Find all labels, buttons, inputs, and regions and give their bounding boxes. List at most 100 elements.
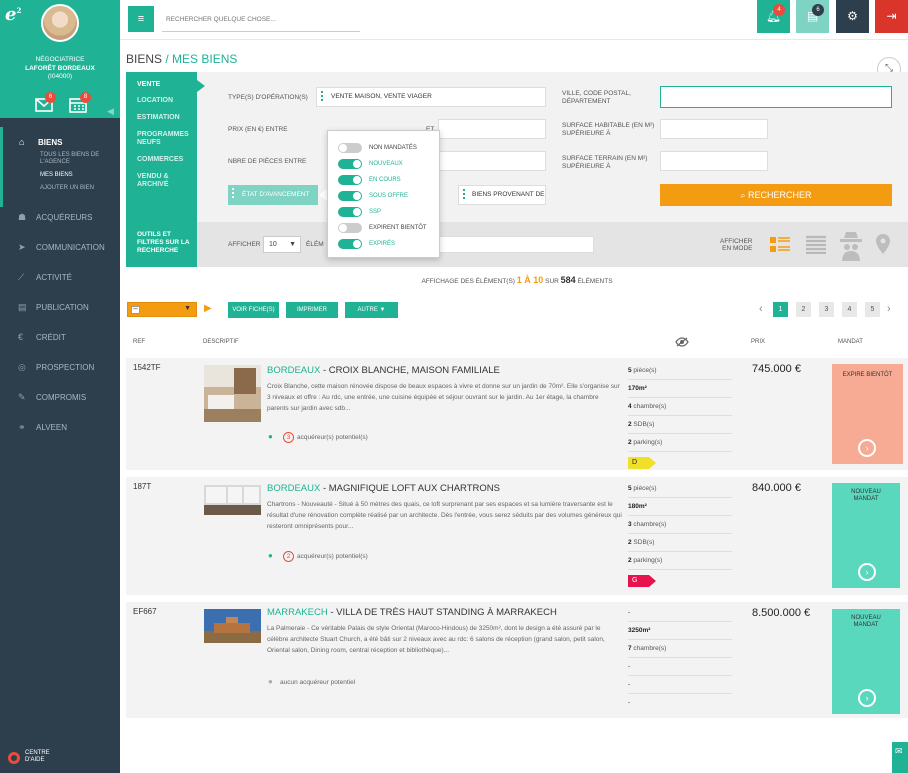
page-4[interactable]: 4 [842,302,857,317]
voir-fiches-button[interactable]: VOIR FICHE(S) [228,302,279,318]
listing-acquereurs[interactable]: ● 2 acquéreur(s) potentiel(s) [268,551,368,562]
toggle-expires[interactable] [338,239,362,249]
tab-estimation[interactable]: ESTIMATION [137,114,180,122]
tools-label-line: OUTILS ET [137,231,171,238]
incognito-mode-icon[interactable] [838,230,864,262]
tab-vendu-archive[interactable]: VENDU & [137,173,169,181]
toggle-expirent-bientot[interactable] [338,223,362,233]
euro-icon: € [18,332,24,342]
sidebar-item-alveen[interactable]: ⚭ ALVEEN [0,412,120,442]
gear-icon: ⚙ [847,9,858,23]
app-logo[interactable]: e2 [5,4,21,25]
operation-tabs [126,72,197,222]
surface-habitable-input[interactable] [660,119,768,139]
listing-acquereurs[interactable]: ● aucun acquéreur potentiel [268,677,355,686]
type-operation-value: VENTE MAISON, VENTE VIAGER [331,93,432,100]
page-5[interactable]: 5 [865,302,880,317]
sidebar-item-acquereurs[interactable]: ☗ ACQUÉREURS [0,202,120,232]
pieces-max-input[interactable] [438,151,546,171]
avatar[interactable] [41,4,79,42]
sidebar-item-compromis[interactable]: ✎ COMPROMIS [0,382,120,412]
global-search-input[interactable] [162,8,360,32]
tab-location[interactable]: LOCATION [137,97,173,105]
logout-button[interactable]: ⇥ [875,0,908,33]
toggle-non-mandates[interactable] [338,143,362,153]
surface-terrain-input[interactable] [660,151,768,171]
toggle-label: EXPIRENT BIENTÔT [369,225,427,231]
handshake-icon: ⚭ [18,422,26,432]
mandat-card[interactable]: NOUVEAU MANDAT › [832,483,900,588]
toggle-en-cours[interactable] [338,175,362,185]
page-1[interactable]: 1 [773,302,788,317]
ville-input[interactable] [660,86,892,108]
etat-avancement-select[interactable]: ÉTAT D'AVANCEMENT [228,185,318,205]
results-count: AFFICHAGE DES ÉLÉMENT(S) 1 À 10 SUR 584 … [0,275,908,285]
eye-slash-icon[interactable] [675,337,689,347]
sidebar-subitem-tous[interactable]: TOUS LES BIENS DE [40,152,99,159]
chevron-right-icon[interactable]: › [858,563,876,581]
sidebar-item-label: BIENS [38,138,63,147]
sidebar-item-credit[interactable]: € CRÉDIT [0,322,120,352]
breadcrumb-root[interactable]: BIENS [126,52,162,66]
map-mode-icon[interactable] [876,234,890,254]
spec-surface: 3250m² [628,622,732,640]
pagination-prev[interactable]: ‹ [759,303,763,315]
toggle-nouveaux[interactable] [338,159,362,169]
listing-photo[interactable] [204,485,261,515]
sidebar-item-prospection[interactable]: ◎ PROSPECTION [0,352,120,382]
listing-photo[interactable] [204,609,261,643]
mandat-card[interactable]: EXPIRE BIENTÔT › [832,364,903,464]
spec-value: 180m² [628,503,647,510]
sidebar-subitem-mes-biens[interactable]: MES BIENS [40,172,73,179]
bulk-select-dropdown[interactable]: – ▼ [127,302,197,317]
menu-button[interactable]: ≡ [128,6,154,32]
list-photo-mode-icon[interactable] [769,234,791,254]
tab-vente[interactable]: VENTE [137,81,160,89]
filter-input[interactable] [420,236,594,253]
spec-pieces: - [628,604,732,622]
tab-vendu-archive-2[interactable]: ARCHIVÉ [137,181,169,189]
toggle-label: EN COURS [369,177,401,183]
settings-button[interactable]: ⚙ [836,0,869,33]
chat-button[interactable]: ✉ [892,742,908,773]
sidebar-subitem-ajouter[interactable]: AJOUTER UN BIEN [40,185,94,192]
toggle-sous-offre[interactable] [338,191,362,201]
chevron-right-icon[interactable]: › [858,439,876,457]
page-3[interactable]: 3 [819,302,834,317]
listing-title[interactable]: BORDEAUX - CROIX BLANCHE, MAISON FAMILIA… [267,365,500,376]
page-2[interactable]: 2 [796,302,811,317]
sidebar-item-communication[interactable]: ➤ COMMUNICATION [0,232,120,262]
prix-label: PRIX (EN €) ENTRE [228,126,288,133]
spec-unit: chambre(s) [631,403,667,410]
toggle-label: SOUS OFFRE [369,193,409,199]
documents-button[interactable]: ▤ [796,0,829,33]
sidebar-collapse-icon[interactable]: ◀ [107,106,117,116]
list-mode-icon[interactable] [805,234,827,254]
prix-max-input[interactable] [438,119,546,139]
listing-acquereurs[interactable]: ● 3 acquéreur(s) potentiel(s) [268,432,368,443]
tab-commerces[interactable]: COMMERCES [137,156,183,164]
listing-photo[interactable] [204,365,261,422]
sidebar-subitem-tous-2[interactable]: L'AGENCE [40,159,70,166]
biens-provenant-select[interactable]: BIENS PROVENANT DE [458,185,546,205]
per-page-select[interactable]: 10 ▼ [263,236,301,253]
listing-title-text: - CROIX BLANCHE, MAISON FAMILIALE [320,365,500,376]
listing-title[interactable]: BORDEAUX - MAGNIFIQUE LOFT AUX CHARTRONS [267,483,500,494]
chevron-right-icon[interactable]: › [858,689,876,707]
search-button[interactable]: ⌕ RECHERCHER [660,184,892,206]
tab-programmes-neufs[interactable]: PROGRAMMES [137,131,189,139]
pagination-next[interactable]: › [887,303,891,315]
listing-title[interactable]: MARRAKECH - VILLA DE TRÈS HAUT STANDING … [267,607,557,618]
autre-button[interactable]: AUTRE ▼ [345,302,398,318]
sidebar-item-publication[interactable]: ▤ PUBLICATION [0,292,120,322]
tab-programmes-neufs-2[interactable]: NEUFS [137,139,161,147]
type-operation-select[interactable]: VENTE MAISON, VENTE VIAGER [316,87,546,107]
notifications-button[interactable]: 🔔︎ [757,0,790,33]
toggle-ssp[interactable] [338,207,362,217]
display-mode-label-2: EN MODE [722,245,753,252]
mandat-card[interactable]: NOUVEAU MANDAT › [832,609,900,714]
imprimer-button[interactable]: IMPRIMER [286,302,338,318]
listing-price: 840.000 € [752,482,801,494]
play-icon[interactable]: ▶ [204,303,212,314]
surface-habitable-label-2: SUPÉRIEURE À [562,130,611,137]
